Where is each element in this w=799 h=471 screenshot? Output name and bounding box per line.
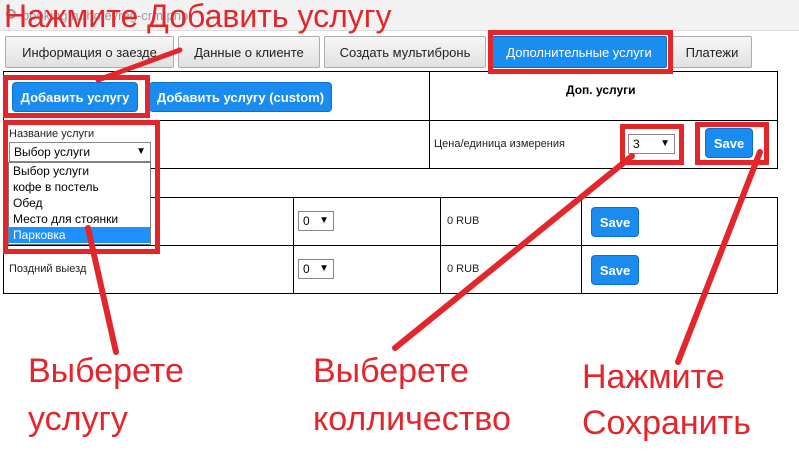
arrow-select-qty bbox=[392, 153, 635, 351]
annotation-choose-service-1: Выберете bbox=[28, 352, 184, 390]
annotation-click-save-1: Нажмите bbox=[582, 358, 725, 396]
annotation-choose-qty-2: колличество bbox=[313, 400, 511, 438]
arrow-add-service bbox=[95, 47, 183, 83]
annotation-choose-service-2: услугу bbox=[28, 400, 128, 438]
annotation-click-add: Нажмите Добавить услугу bbox=[4, 0, 392, 34]
arrow-select-service bbox=[85, 225, 119, 355]
annotation-choose-qty-1: Выберете bbox=[313, 352, 469, 390]
annotation-click-save-2: Сохранить bbox=[582, 404, 751, 442]
arrow-save bbox=[675, 149, 763, 365]
